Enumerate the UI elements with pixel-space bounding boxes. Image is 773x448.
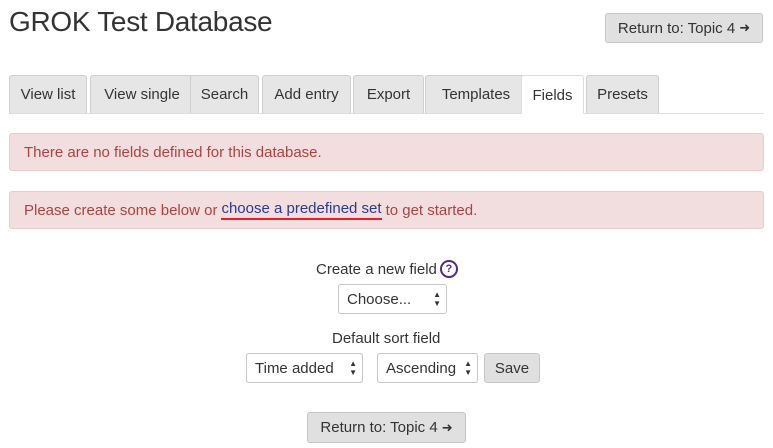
tab-export[interactable]: Export xyxy=(353,75,424,113)
new-field-type-select[interactable]: Choose... ▲ ▼ xyxy=(338,284,447,314)
sort-field-select[interactable]: Time added ▲ ▼ xyxy=(246,353,363,383)
default-sort-field-label: Default sort field xyxy=(332,329,441,347)
save-button[interactable]: Save xyxy=(484,353,540,383)
no-fields-alert: There are no fields defined for this dat… xyxy=(9,133,764,171)
create-fields-alert: Please create some below or choose a pre… xyxy=(9,191,764,229)
tab-bar: View list View single Search Add entry E… xyxy=(9,75,764,114)
tab-search[interactable]: Search xyxy=(190,75,259,113)
tab-templates[interactable]: Templates xyxy=(425,75,527,113)
return-to-topic-button-top[interactable]: Return to: Topic 4 ➜ xyxy=(605,13,763,43)
sign-in-arrow-icon: ➜ xyxy=(441,419,453,435)
choose-predefined-set-link[interactable]: choose a predefined set xyxy=(221,200,382,220)
return-to-topic-button-bottom[interactable]: Return to: Topic 4 ➜ xyxy=(307,412,466,443)
sort-order-select[interactable]: Ascending ▲ ▼ xyxy=(377,353,478,383)
select-caret-icon: ▲ ▼ xyxy=(433,290,441,308)
return-button-label: Return to: Topic 4 xyxy=(320,419,438,436)
create-prefix-text: Please create some below or xyxy=(24,201,218,219)
question-circle-icon[interactable]: ? xyxy=(439,260,458,278)
no-fields-message: There are no fields defined for this dat… xyxy=(24,143,322,161)
select-caret-icon: ▲ ▼ xyxy=(349,359,357,377)
tab-view-single[interactable]: View single xyxy=(90,75,194,113)
tab-add-entry[interactable]: Add entry xyxy=(262,75,351,113)
tab-fields[interactable]: Fields xyxy=(521,75,584,114)
select-caret-icon: ▲ ▼ xyxy=(464,359,472,377)
create-suffix-text: to get started. xyxy=(385,201,478,219)
create-new-field-label: Create a new field ? xyxy=(316,259,458,279)
return-button-label: Return to: Topic 4 xyxy=(617,19,736,37)
tab-presets[interactable]: Presets xyxy=(586,75,659,113)
page-title: GROK Test Database xyxy=(9,6,273,37)
tab-view-list[interactable]: View list xyxy=(9,75,87,113)
sign-in-arrow-icon: ➜ xyxy=(739,20,751,35)
